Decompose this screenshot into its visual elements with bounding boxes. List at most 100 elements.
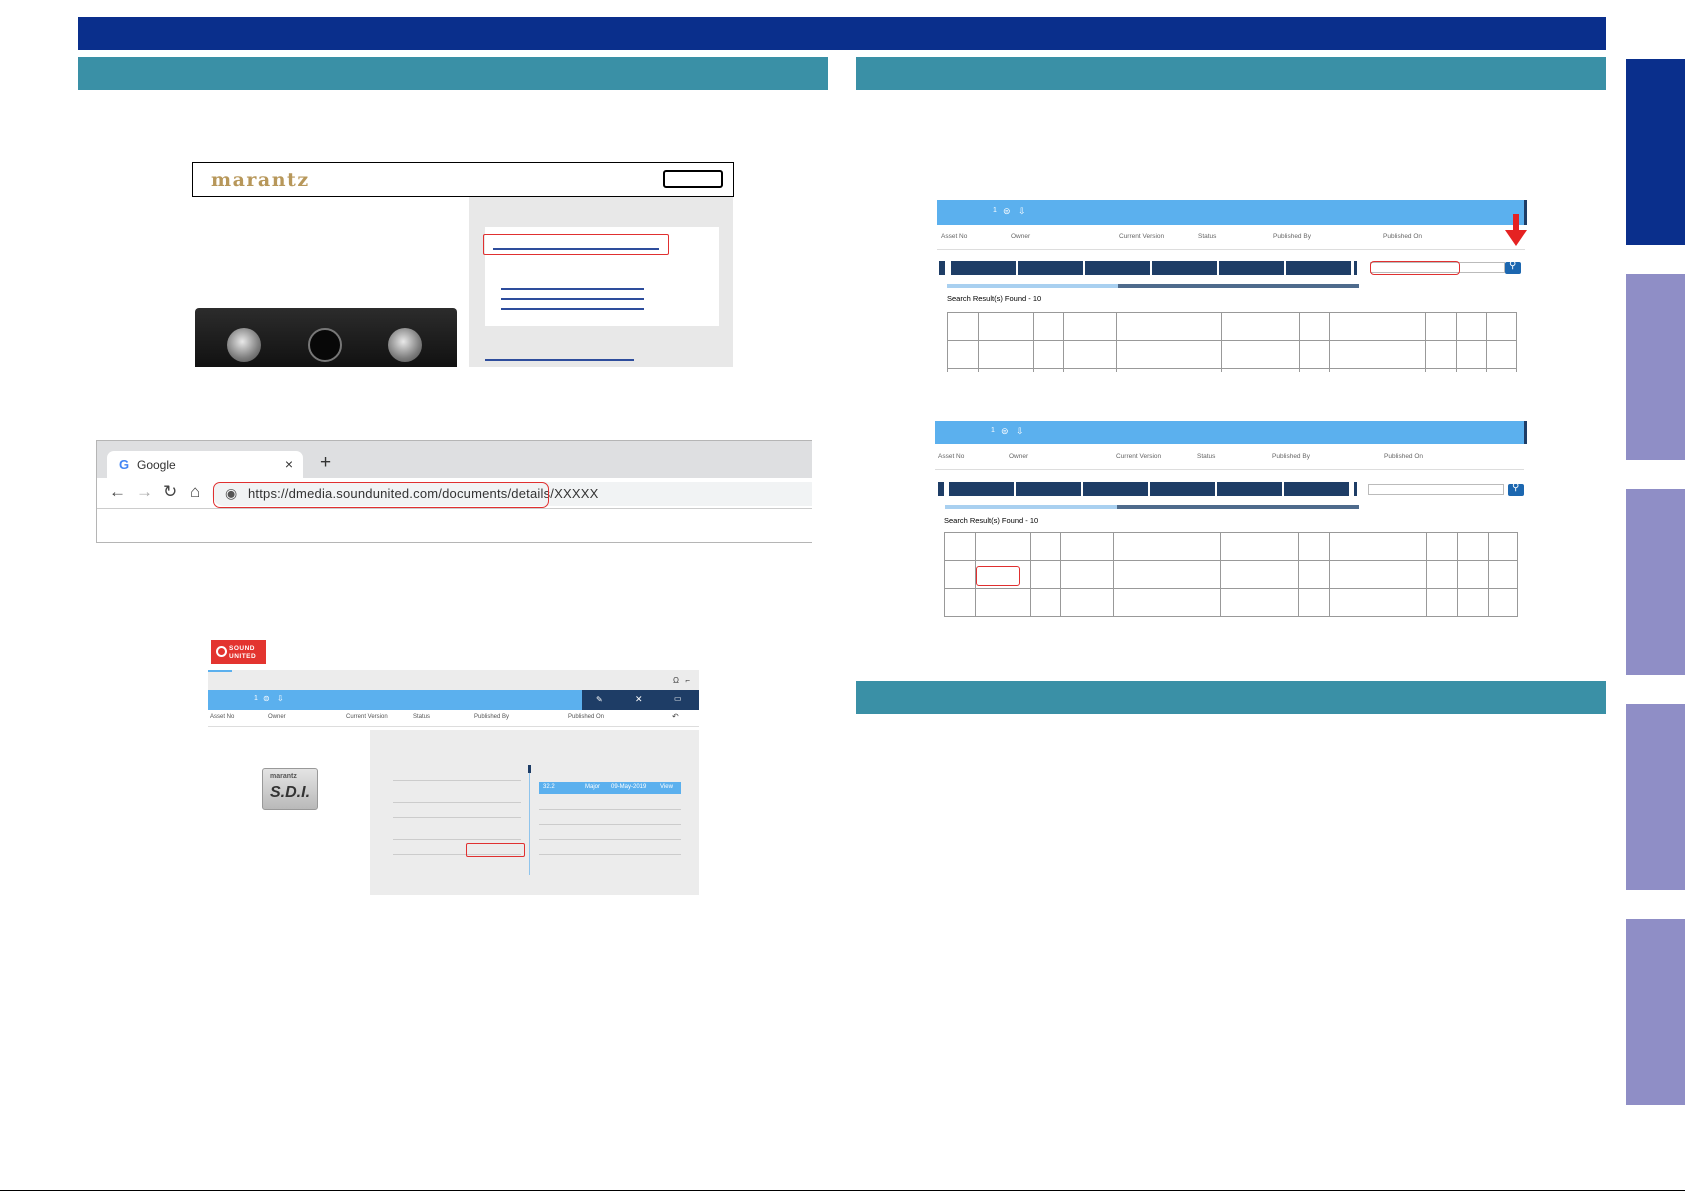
filter-4[interactable] [1150, 482, 1215, 496]
layers-icon[interactable]: ⊜ [1001, 426, 1009, 437]
col-asset-no: Asset No [210, 714, 235, 720]
product-display [308, 328, 342, 362]
col-asset-no: Asset No [938, 453, 965, 460]
close-icon[interactable]: × [285, 456, 293, 472]
version-row[interactable]: 32.2 Major 09-May-2019 View [539, 782, 681, 794]
search-button[interactable] [1508, 482, 1524, 496]
col-owner: Owner [1009, 453, 1029, 460]
marantz-site-header: marantz [192, 162, 734, 197]
header-button[interactable] [663, 170, 723, 188]
col-current-version: Current Version [1119, 233, 1165, 240]
reload-icon[interactable]: ↻ [163, 482, 177, 502]
user-icon[interactable]: Ω [673, 676, 679, 685]
filter-4[interactable] [1152, 261, 1217, 275]
col-published-by: Published By [1272, 453, 1310, 460]
filter-5[interactable] [1219, 261, 1284, 275]
scroll-thumb[interactable] [1117, 505, 1359, 509]
download-icon[interactable]: ⇩ [1018, 206, 1026, 217]
col-published-on: Published On [1383, 233, 1423, 240]
browser-window: G Google × + ← → ↻ ⌂ ◉ https://dmedia.so… [96, 440, 812, 543]
scroll-thumb[interactable] [1118, 284, 1359, 288]
side-tab-5[interactable] [1626, 919, 1685, 1105]
version-type: Major [585, 784, 601, 790]
col-owner: Owner [268, 714, 286, 720]
layers-icon[interactable]: ⊜ [1003, 206, 1011, 217]
filter-3[interactable] [1083, 482, 1148, 496]
link-3[interactable] [501, 308, 644, 310]
search-result-count: Search Result(s) Found - 10 [947, 294, 1042, 303]
link-1[interactable] [501, 288, 644, 290]
knob-right [388, 328, 422, 362]
search-appbar: 1 ⊜ ⇩ [937, 200, 1525, 225]
scroll-track [947, 284, 1127, 288]
download-icon[interactable]: ⇩ [277, 694, 284, 703]
version-number: 32.2 [543, 784, 555, 790]
asset-link-highlight [976, 566, 1020, 586]
details-panel [370, 730, 699, 895]
col-current-version: Current Version [1116, 453, 1162, 460]
filter-2[interactable] [1018, 261, 1083, 275]
col-published-by: Published By [474, 714, 510, 720]
logo-line-1: SOUND [229, 645, 255, 652]
filter-6[interactable] [1286, 261, 1351, 275]
browser-tab-strip: G Google × + [97, 441, 812, 478]
filter-1[interactable] [949, 482, 1014, 496]
count: 1 [993, 207, 997, 214]
browser-tab[interactable]: G Google × [107, 451, 303, 478]
search-button[interactable] [1505, 260, 1521, 274]
section-header-right [856, 57, 1606, 90]
sdi-text: S.D.I. [270, 784, 311, 801]
sound-united-logo: SOUND UNITED [211, 640, 266, 664]
menu-icon[interactable]: ⌐ [685, 676, 690, 685]
side-tab-3[interactable] [1626, 489, 1685, 675]
count: 1 [254, 695, 258, 702]
search-input[interactable] [1368, 484, 1504, 495]
folder-icon: ▭ [674, 694, 682, 703]
section-header-bottom-right [856, 681, 1606, 714]
link-bottom[interactable] [485, 359, 634, 361]
sdi-brand: marantz [270, 773, 297, 780]
view-link[interactable]: View [660, 784, 673, 790]
close-icon: ✕ [635, 694, 643, 704]
search-appbar: 1 ⊜ ⇩ [935, 421, 1524, 444]
count: 1 [991, 427, 995, 434]
layers-icon[interactable]: ⊜ [263, 694, 270, 703]
filter-2[interactable] [1016, 482, 1081, 496]
edit-button[interactable]: ✎ [582, 690, 621, 710]
browser-toolbar: ← → ↻ ⌂ ◉ https://dmedia.soundunited.com… [97, 478, 812, 509]
col-published-by: Published By [1273, 233, 1311, 240]
filter-5[interactable] [1217, 482, 1282, 496]
new-tab-icon[interactable]: + [320, 452, 331, 474]
logo-line-2: UNITED [229, 653, 257, 660]
col-published-on: Published On [568, 714, 605, 720]
search-panel-2: 1 ⊜ ⇩ Asset No Owner Current Version Sta… [935, 421, 1527, 621]
col-status: Status [1198, 233, 1217, 240]
version-date: 09-May-2019 [611, 784, 647, 790]
link-2[interactable] [501, 298, 644, 300]
folder-button[interactable]: ▭ [660, 690, 699, 710]
details-highlight-box [466, 843, 525, 857]
search-input-highlight [1370, 261, 1460, 275]
section-header-left [78, 57, 828, 90]
forward-icon[interactable]: → [136, 482, 153, 502]
marantz-logo: marantz [211, 169, 310, 191]
close-button[interactable]: ✕ [621, 690, 660, 710]
col-asset-no: Asset No [941, 233, 968, 240]
filter-1[interactable] [951, 261, 1016, 275]
back-icon[interactable]: ← [109, 482, 126, 502]
link-panel [469, 197, 733, 367]
filter-6[interactable] [1284, 482, 1349, 496]
download-icon[interactable]: ⇩ [1016, 426, 1024, 437]
filter-3[interactable] [1085, 261, 1150, 275]
col-published-on: Published On [1384, 453, 1424, 460]
side-tab-2[interactable] [1626, 274, 1685, 460]
side-tab-4[interactable] [1626, 704, 1685, 890]
results-table [947, 312, 1517, 372]
home-icon[interactable]: ⌂ [190, 482, 200, 502]
product-image [195, 308, 457, 367]
back-arrow-icon[interactable]: ↶ [672, 712, 679, 721]
side-tab-1[interactable] [1626, 59, 1685, 245]
col-status: Status [1197, 453, 1216, 460]
sdi-logo: marantz S.D.I. [262, 768, 318, 810]
search-result-count: Search Result(s) Found - 10 [944, 516, 1039, 525]
